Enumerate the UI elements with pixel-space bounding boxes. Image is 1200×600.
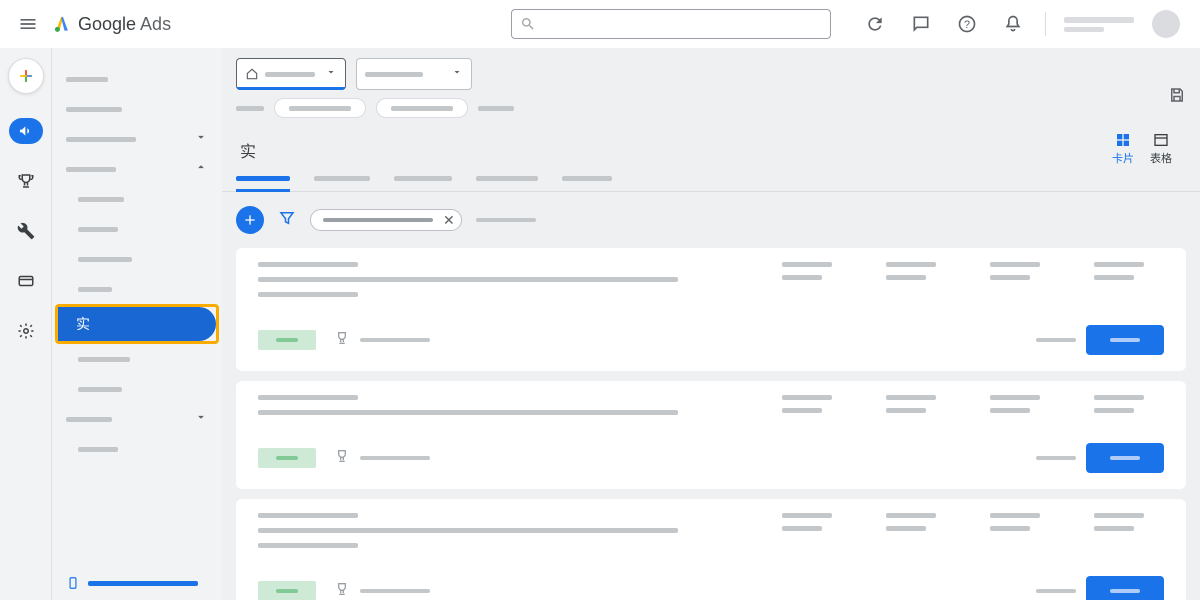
nav-rail — [0, 48, 52, 600]
brand-text: Google Ads — [78, 14, 171, 35]
card-aux-text — [1036, 589, 1076, 593]
sidebar-item[interactable] — [52, 344, 222, 374]
app-header: Google Ads ? — [0, 0, 1200, 48]
status-badge — [258, 448, 316, 468]
sidebar-item[interactable] — [52, 184, 222, 214]
account-dropdown[interactable] — [236, 58, 346, 90]
rail-trophy-icon[interactable] — [9, 168, 43, 194]
avatar[interactable] — [1152, 10, 1180, 38]
chevron-down-icon — [194, 130, 208, 149]
card-subtext — [360, 456, 430, 460]
sidebar: 实 — [52, 48, 222, 600]
search-input[interactable] — [511, 9, 831, 39]
sidebar-item-active[interactable]: 实 — [58, 307, 216, 341]
card-list — [222, 248, 1200, 600]
view-card-button[interactable]: 卡片 — [1112, 132, 1134, 166]
refresh-icon[interactable] — [861, 10, 889, 38]
experiment-card[interactable] — [236, 499, 1186, 600]
scope-selectors — [222, 48, 1200, 94]
breadcrumb-item[interactable] — [236, 106, 264, 111]
card-subtext — [360, 338, 430, 342]
add-button[interactable] — [236, 206, 264, 234]
trophy-icon — [334, 330, 350, 351]
card-metrics — [782, 262, 1164, 307]
primary-action-button[interactable] — [1086, 576, 1164, 600]
view-toggle: 卡片 表格 — [1112, 132, 1186, 168]
rail-settings-icon[interactable] — [9, 318, 43, 344]
chevron-up-icon — [194, 160, 208, 179]
sidebar-item[interactable] — [52, 154, 222, 184]
card-aux-text — [1036, 338, 1076, 342]
chevron-down-icon — [194, 410, 208, 429]
filter-icon[interactable] — [278, 209, 296, 232]
ads-logo-icon — [52, 14, 72, 34]
help-icon[interactable]: ? — [953, 10, 981, 38]
sidebar-active-highlight: 实 — [55, 304, 219, 344]
card-metrics — [782, 395, 1164, 425]
card-subtext — [360, 589, 430, 593]
tab[interactable] — [236, 168, 290, 191]
save-layout-icon[interactable] — [1168, 86, 1186, 109]
trophy-icon — [334, 581, 350, 600]
experiment-card[interactable] — [236, 381, 1186, 489]
sidebar-item[interactable] — [52, 64, 222, 94]
tab[interactable] — [394, 168, 452, 191]
primary-action-button[interactable] — [1086, 325, 1164, 355]
experiment-card[interactable] — [236, 248, 1186, 371]
status-badge — [258, 581, 316, 600]
trophy-icon — [334, 448, 350, 469]
filter-chip[interactable]: ✕ — [310, 209, 462, 231]
divider — [1045, 12, 1046, 36]
card-aux-text — [1036, 456, 1076, 460]
caret-down-icon — [325, 65, 337, 83]
chat-icon[interactable] — [907, 10, 935, 38]
account-info[interactable] — [1064, 17, 1134, 32]
search-icon — [520, 16, 536, 32]
sidebar-footer[interactable] — [66, 576, 198, 590]
grid-icon — [1115, 132, 1131, 148]
sidebar-item[interactable] — [52, 244, 222, 274]
rail-billing-icon[interactable] — [9, 268, 43, 294]
page-title: 实 — [240, 138, 256, 162]
rail-campaigns-icon[interactable] — [9, 118, 43, 144]
breadcrumb-item[interactable] — [478, 106, 514, 111]
card-metrics — [782, 513, 1164, 558]
tab[interactable] — [562, 168, 612, 191]
sidebar-item[interactable] — [52, 434, 222, 464]
svg-text:?: ? — [964, 19, 970, 31]
home-icon — [245, 67, 259, 81]
sidebar-item[interactable] — [52, 374, 222, 404]
chip-remove-icon[interactable]: ✕ — [443, 212, 455, 229]
sidebar-item[interactable] — [52, 404, 222, 434]
device-icon — [66, 576, 80, 590]
primary-action-button[interactable] — [1086, 443, 1164, 473]
notifications-icon[interactable] — [999, 10, 1027, 38]
filter-bar: ✕ — [222, 192, 1200, 248]
rail-tools-icon[interactable] — [9, 218, 43, 244]
create-button[interactable] — [8, 58, 44, 94]
status-badge — [258, 330, 316, 350]
sidebar-item[interactable] — [52, 274, 222, 304]
sidebar-item[interactable] — [52, 214, 222, 244]
tabs — [222, 168, 1200, 192]
breadcrumb-pill[interactable] — [274, 98, 366, 118]
main-content: 实 卡片 表格 ✕ — [222, 48, 1200, 600]
caret-down-icon — [451, 65, 463, 83]
brand-logo[interactable]: Google Ads — [52, 14, 171, 35]
tab[interactable] — [314, 168, 370, 191]
sidebar-item[interactable] — [52, 124, 222, 154]
view-table-button[interactable]: 表格 — [1150, 132, 1172, 166]
tab[interactable] — [476, 168, 538, 191]
filter-text — [476, 218, 536, 222]
header-tools: ? — [861, 10, 1192, 38]
sidebar-item[interactable] — [52, 94, 222, 124]
table-icon — [1153, 132, 1169, 148]
campaign-dropdown[interactable] — [356, 58, 472, 90]
breadcrumb-pill[interactable] — [376, 98, 468, 118]
breadcrumb — [222, 94, 1200, 126]
menu-icon[interactable] — [8, 4, 48, 44]
